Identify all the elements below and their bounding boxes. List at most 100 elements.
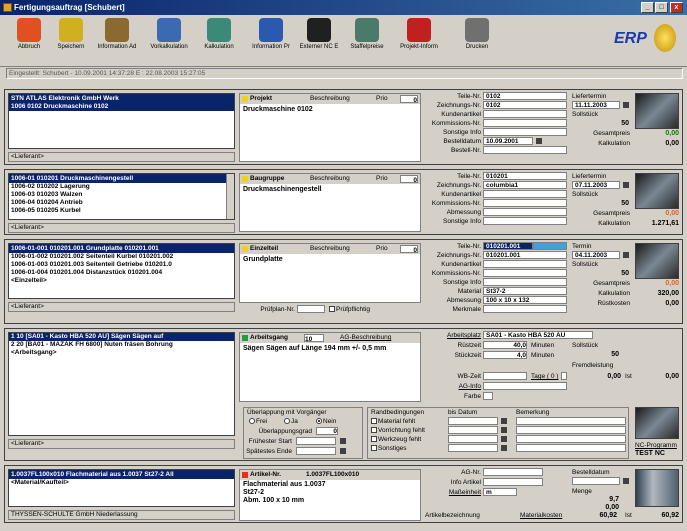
wb-time-field[interactable] — [483, 372, 527, 380]
speichern-button[interactable]: Speichern — [48, 18, 94, 66]
supplier-field[interactable]: <Lieferant> — [8, 302, 235, 312]
overlap-free-radio[interactable]: Frei — [249, 418, 267, 425]
minimize-button[interactable]: _ — [641, 2, 654, 13]
calendar-icon[interactable] — [623, 182, 629, 188]
latest-end-field[interactable] — [296, 447, 336, 455]
drawing-number-field[interactable]: 010201.001 — [483, 251, 567, 259]
order-date-field[interactable]: 10.09.2001 — [483, 137, 533, 145]
customer-article-field[interactable] — [483, 190, 567, 198]
part-number-field[interactable]: 010201.001 — [483, 242, 533, 250]
article-number[interactable]: 1.0037FL100x010 — [306, 470, 359, 480]
supplier-field[interactable]: <Lieferant> — [8, 152, 235, 162]
abbruch-button[interactable]: Abbruch — [6, 18, 52, 66]
order-date-field[interactable] — [572, 477, 620, 485]
list-item[interactable]: 1006-05 010205 Kurbel — [9, 207, 234, 215]
color-field[interactable] — [483, 392, 493, 400]
order-number-field[interactable] — [483, 146, 567, 154]
other-info-field[interactable] — [483, 217, 567, 225]
list-item[interactable]: 1006-01-002 010201.002 Seitenteil Kurbel… — [9, 253, 234, 261]
tool-missing-checkbox[interactable]: Werkzeug fehlt — [371, 436, 421, 443]
list-item[interactable]: <Einzelteil> — [9, 277, 234, 285]
other-info-field[interactable] — [483, 128, 567, 136]
supplier-field[interactable]: THYSSEN-SCHULTE GmbH Niederlassung — [8, 510, 235, 520]
projekt-inform-button[interactable]: Projekt-Inform — [396, 18, 442, 66]
material-missing-checkbox[interactable]: Material fehlt — [371, 418, 415, 425]
part-number-field[interactable]: 0102 — [483, 92, 567, 100]
drawing-number-field[interactable]: columbia1 — [483, 181, 567, 189]
calendar-icon[interactable] — [623, 478, 629, 484]
calendar-icon[interactable] — [623, 252, 629, 258]
article-list[interactable]: 1.0037FL100x010 Flachmaterial aus 1.0037… — [8, 469, 235, 507]
supplier-field[interactable]: <Lieferant> — [8, 223, 235, 233]
unit-time-field[interactable]: 4,0 — [483, 351, 527, 359]
prio-field[interactable]: 0 — [400, 175, 418, 184]
scrollbar[interactable] — [226, 174, 234, 219]
close-button[interactable]: x — [670, 2, 683, 13]
supplier-field[interactable]: <Lieferant> — [8, 439, 235, 449]
assembly-list[interactable]: 1006-01 010201 Druckmaschinengestell 100… — [8, 173, 235, 220]
part-list[interactable]: 1006-01-001 010201.001 Grundplatte 01020… — [8, 243, 235, 299]
features-field[interactable] — [483, 305, 567, 313]
delivery-date-field[interactable]: 11.11.2003 — [572, 101, 620, 109]
list-item[interactable]: 1006-03 010203 Walzen — [9, 191, 234, 199]
kalkulation-button[interactable]: Kalkulation — [196, 18, 242, 66]
calendar-icon[interactable] — [340, 448, 346, 454]
inspection-plan-field[interactable] — [297, 305, 325, 313]
days-link[interactable]: Tage ( 0 ) — [531, 373, 558, 380]
list-item[interactable]: <Arbeitsgang> — [9, 349, 234, 357]
dimension-field[interactable] — [483, 208, 567, 216]
list-item[interactable]: 1006-02 010202 Lagerung — [9, 183, 234, 191]
commission-field[interactable] — [483, 269, 567, 277]
vorkalkulation-button[interactable]: Vorkalkulation — [146, 18, 192, 66]
calendar-icon[interactable] — [623, 102, 629, 108]
description-text[interactable]: Grundplatte — [240, 254, 420, 266]
dimension-field[interactable]: 100 x 10 x 132 — [483, 296, 567, 304]
part-number-field[interactable]: 010201 — [483, 172, 567, 180]
prio-field[interactable]: 0 — [400, 245, 418, 254]
nc-program-link[interactable]: NC-Programm — [635, 442, 677, 449]
overlap-degree-field[interactable]: 0 — [316, 427, 338, 435]
earliest-start-field[interactable] — [296, 437, 336, 445]
information-pr-button[interactable]: Information Pr — [248, 18, 294, 66]
operation-number-field[interactable]: 10 — [304, 334, 324, 343]
operation-list[interactable]: 1 10 [SA01 - Kasto HBA 520 AU] Sägen Säg… — [8, 332, 235, 436]
information-ad-button[interactable]: Information Ad — [94, 18, 140, 66]
material-cost-link[interactable]: Materialkosten — [520, 512, 562, 519]
project-list[interactable]: STN ATLAS Elektronik GmbH Werk 1006 0102… — [8, 93, 235, 149]
calendar-icon[interactable] — [536, 138, 542, 144]
overlap-yes-radio[interactable]: Ja — [284, 418, 298, 425]
staffelpreise-button[interactable]: Staffelpreise — [344, 18, 390, 66]
other-checkbox[interactable]: Sonstiges — [371, 445, 407, 452]
drucken-button[interactable]: Drucken — [454, 18, 500, 66]
list-item[interactable]: 1006-01-004 010201.004 Distanzstück 0102… — [9, 269, 234, 277]
description-text[interactable]: Sägen Sägen auf Länge 194 mm +/- 0,5 mm — [240, 343, 420, 355]
list-item[interactable]: 1006 0102 Druckmaschine 0102 — [9, 103, 234, 111]
overlap-no-radio[interactable]: Nein — [316, 418, 336, 425]
article-info-field[interactable] — [483, 478, 543, 486]
inspection-required-checkbox[interactable]: Prüfpflichtig — [329, 306, 370, 313]
list-item[interactable]: <Material/Kaufteil> — [9, 479, 234, 487]
list-item[interactable]: 2 20 [BA01 - MAZAK FH 6800] Nuten fräsen… — [9, 341, 234, 349]
externer-nc-e-button[interactable]: Externer NC E — [296, 18, 342, 66]
list-item[interactable]: 1006-01-003 010201.003 Seitenteil Getrie… — [9, 261, 234, 269]
unit-field[interactable]: m — [483, 488, 517, 496]
commission-field[interactable] — [483, 119, 567, 127]
operation-number-field[interactable] — [483, 468, 543, 476]
material-field[interactable]: St37-2 — [483, 287, 567, 295]
description-text[interactable]: Druckmaschine 0102 — [240, 104, 420, 116]
commission-field[interactable] — [483, 199, 567, 207]
customer-article-field[interactable] — [483, 110, 567, 118]
due-date-field[interactable]: 04.11.2003 — [572, 251, 620, 259]
drawing-number-field[interactable]: 0102 — [483, 101, 567, 109]
operation-info-field[interactable] — [483, 382, 567, 390]
delivery-date-field[interactable]: 07.11.2003 — [572, 181, 620, 189]
other-info-field[interactable] — [483, 278, 567, 286]
maximize-button[interactable]: □ — [655, 2, 668, 13]
prio-field[interactable]: 0 — [400, 95, 418, 104]
workplace-field[interactable]: SA01 - Kasto HBA 520 AU — [483, 331, 593, 339]
calendar-icon[interactable] — [340, 438, 346, 444]
list-item[interactable]: 1006-04 010204 Antrieb — [9, 199, 234, 207]
description-text[interactable]: Druckmaschinengestell — [240, 184, 420, 196]
fixture-missing-checkbox[interactable]: Vorrichtung fehlt — [371, 427, 425, 434]
list-item[interactable]: 1 10 [SA01 - Kasto HBA 520 AU] Sägen Säg… — [9, 333, 234, 341]
